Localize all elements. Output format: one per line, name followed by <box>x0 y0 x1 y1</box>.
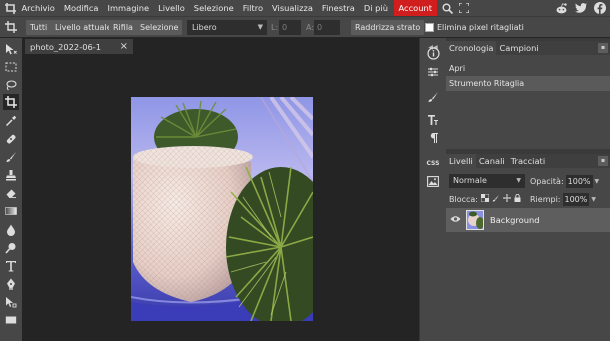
close-icon[interactable]: × <box>120 41 128 52</box>
info-icon[interactable] <box>425 45 441 61</box>
lock-position-icon[interactable] <box>503 194 511 204</box>
properties-icon[interactable] <box>425 64 441 80</box>
blend-row: Normale ▼ Opacità: 100% ▼ <box>449 173 607 189</box>
right-panels: Cronologia Campioni ▪ Apri Strumento Rit… <box>446 38 610 341</box>
lock-pixels-icon[interactable] <box>492 194 500 204</box>
lock-all-icon[interactable] <box>514 193 521 204</box>
crop-mode-value: Libero <box>192 23 217 32</box>
blend-mode-value: Normale <box>453 176 487 185</box>
menu-filtro[interactable]: Filtro <box>238 0 267 16</box>
brush-tool-icon[interactable] <box>3 149 19 165</box>
height-label: A: <box>306 23 315 32</box>
options-bar: Tutti Livello attuale Rifila Selezione L… <box>0 16 610 38</box>
lock-label: Blocca: <box>449 194 478 204</box>
crop-all-button[interactable]: Tutti <box>26 20 52 35</box>
canvas-image[interactable] <box>131 97 313 321</box>
history-item-selected[interactable]: Strumento Ritaglia <box>446 76 610 91</box>
layer-row-background[interactable]: Background <box>446 208 610 232</box>
layers-tabs: Livelli Canali Tracciati ▪ <box>446 154 610 168</box>
tab-cronologia[interactable]: Cronologia <box>446 41 497 55</box>
layer-name: Background <box>490 215 540 225</box>
fill-chevron-icon[interactable]: ▼ <box>591 196 596 203</box>
gradient-tool-icon[interactable] <box>3 203 19 219</box>
tab-livelli[interactable]: Livelli <box>446 154 476 168</box>
twitter-icon[interactable] <box>574 2 587 15</box>
height-input[interactable]: 0 <box>314 20 340 35</box>
menu-archivio[interactable]: Archivio <box>17 0 59 16</box>
crop-mode-select[interactable]: Libero ▼ <box>187 20 267 35</box>
menu-livello[interactable]: Livello <box>154 0 190 16</box>
delete-pixels-label: Elimina pixel ritagliati <box>437 23 524 32</box>
lock-row: Blocca: Riempi: 100% ▼ <box>449 191 607 207</box>
crop-tool-selected-icon[interactable] <box>3 94 19 110</box>
straighten-button[interactable]: Raddrizza strato <box>351 20 425 35</box>
opacity-input[interactable]: 100% <box>565 174 593 188</box>
opacity-label: Opacità: <box>530 176 564 186</box>
layers-panel: Livelli Canali Tracciati ▪ Normale ▼ Opa… <box>446 154 610 341</box>
opacity-chevron-icon[interactable]: ▼ <box>595 178 600 185</box>
current-level-button[interactable]: Livello attuale <box>51 20 116 35</box>
stamp-tool-icon[interactable] <box>3 167 19 183</box>
fullscreen-icon[interactable] <box>457 0 471 16</box>
history-panel: Cronologia Campioni ▪ Apri Strumento Rit… <box>446 41 610 149</box>
move-tool-icon[interactable] <box>3 41 19 57</box>
fill-label: Riempi: <box>530 194 561 204</box>
chevron-down-icon: ▼ <box>516 177 521 184</box>
brush-settings-icon[interactable] <box>425 89 441 105</box>
document-tab[interactable]: photo_2022-06-1 × <box>25 39 133 54</box>
lasso-tool-icon[interactable] <box>3 77 19 93</box>
healing-brush-tool-icon[interactable] <box>3 131 19 147</box>
social-links <box>555 0 606 16</box>
dodge-tool-icon[interactable] <box>3 240 19 256</box>
menu-finestra[interactable]: Finestra <box>317 0 359 16</box>
tab-campioni[interactable]: Campioni <box>496 41 541 55</box>
marquee-tool-icon[interactable] <box>3 59 19 75</box>
panel-icon-strip: ◀◀ CSS <box>419 38 446 341</box>
menu-di-piu[interactable]: Di più <box>359 0 392 16</box>
menu-immagine[interactable]: Immagine <box>103 0 154 16</box>
tools-toolbar <box>0 38 22 341</box>
width-label: L: <box>271 23 279 32</box>
menu-modifica[interactable]: Modifica <box>59 0 103 16</box>
document-area: photo_2022-06-1 × <box>22 38 419 341</box>
css-icon[interactable]: CSS <box>425 155 441 171</box>
menu-visualizza[interactable]: Visualizza <box>268 0 318 16</box>
eraser-tool-icon[interactable] <box>3 185 19 201</box>
menu-selezione[interactable]: Selezione <box>189 0 238 16</box>
eyedropper-tool-icon[interactable] <box>3 113 19 129</box>
width-input[interactable]: 0 <box>279 20 301 35</box>
delete-pixels-checkbox[interactable] <box>425 23 434 32</box>
document-tab-label: photo_2022-06-1 <box>30 41 102 52</box>
reddit-icon[interactable] <box>555 2 568 15</box>
selection-button[interactable]: Selezione <box>136 20 183 35</box>
blur-tool-icon[interactable] <box>3 222 19 238</box>
character-icon[interactable] <box>425 112 441 128</box>
text-tool-icon[interactable] <box>3 258 19 274</box>
history-tabs: Cronologia Campioni ▪ <box>446 41 610 55</box>
crop-tool-icon <box>5 20 19 35</box>
blend-mode-select[interactable]: Normale ▼ <box>449 174 525 188</box>
path-selection-tool-icon[interactable] <box>3 294 19 310</box>
menu-bar: Archivio Modifica Immagine Livello Selez… <box>0 0 610 16</box>
facebook-icon[interactable] <box>593 2 606 15</box>
layer-thumbnail <box>466 210 484 230</box>
paragraph-icon[interactable] <box>425 130 441 146</box>
search-icon[interactable] <box>440 0 454 16</box>
pen-tool-icon[interactable] <box>3 276 19 292</box>
fill-input[interactable]: 100% <box>562 192 590 206</box>
image-icon[interactable] <box>425 173 441 189</box>
rectangle-tool-icon[interactable] <box>3 312 19 328</box>
lock-transparency-icon[interactable] <box>480 193 490 204</box>
collapse-layers-icon[interactable]: ▪ <box>598 156 608 166</box>
account-button[interactable]: Account <box>393 0 437 16</box>
chevron-down-icon: ▼ <box>257 23 263 31</box>
tab-canali[interactable]: Canali <box>476 154 508 168</box>
eye-icon[interactable] <box>450 215 461 225</box>
history-item[interactable]: Apri <box>446 61 610 76</box>
app-logo-icon[interactable] <box>3 0 17 16</box>
tab-tracciati[interactable]: Tracciati <box>508 154 548 168</box>
collapse-history-icon[interactable]: ▪ <box>598 43 608 53</box>
trim-button[interactable]: Rifila <box>109 20 137 35</box>
